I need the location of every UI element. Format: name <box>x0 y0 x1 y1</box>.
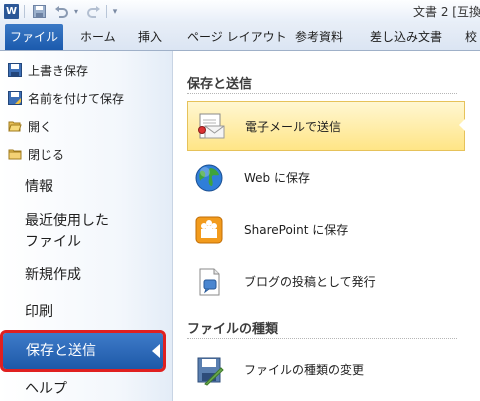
tab-insert[interactable]: 挿入 <box>138 28 162 45</box>
tab-page-layout[interactable]: ページ レイアウト <box>187 28 287 45</box>
save-as-command-label: 名前を付けて保存 <box>28 91 125 106</box>
nav-recent-line1: 最近使用した <box>25 213 109 229</box>
save-icon[interactable] <box>31 3 47 20</box>
open-command[interactable]: 開く <box>8 116 52 136</box>
tab-review[interactable]: 校 <box>465 28 477 45</box>
option-send-email[interactable]: 電子メールで送信 <box>187 101 465 151</box>
close-command[interactable]: 閉じる <box>8 144 64 164</box>
undo-dropdown-icon[interactable]: ▾ <box>72 3 80 20</box>
tab-mailings[interactable]: 差し込み文書 <box>370 28 442 45</box>
blog-icon <box>193 266 225 298</box>
redo-icon[interactable] <box>86 3 102 20</box>
title-bar: W ▾ ▾ 文書 2 [互換 <box>0 0 480 23</box>
selection-pointer <box>459 119 465 131</box>
email-icon <box>194 111 226 143</box>
tab-file[interactable]: ファイル <box>5 24 63 50</box>
nav-new[interactable]: 新規作成 <box>25 264 81 286</box>
nav-help[interactable]: ヘルプ <box>25 378 67 400</box>
section-divider <box>187 93 457 95</box>
option-send-email-label: 電子メールで送信 <box>245 120 342 134</box>
globe-icon <box>193 162 225 194</box>
save-command[interactable]: 上書き保存 <box>8 60 88 80</box>
tab-references[interactable]: 参考資料 <box>295 28 343 45</box>
option-publish-blog-label: ブログの投稿として発行 <box>244 275 376 289</box>
close-command-label: 閉じる <box>28 147 65 162</box>
option-change-file-type[interactable]: ファイルの種類の変更 <box>187 345 465 395</box>
nav-print[interactable]: 印刷 <box>25 301 53 323</box>
undo-icon[interactable] <box>52 3 70 20</box>
nav-save-and-send-label: 保存と送信 <box>26 343 96 359</box>
open-folder-icon <box>8 119 22 133</box>
option-change-file-type-label: ファイルの種類の変更 <box>244 363 365 377</box>
section-title-save-send: 保存と送信 <box>187 77 253 92</box>
option-save-to-web-label: Web に保存 <box>244 171 310 185</box>
tab-home[interactable]: ホーム <box>80 28 116 45</box>
document-title: 文書 2 [互換 <box>413 5 480 19</box>
nav-info[interactable]: 情報 <box>25 176 53 198</box>
qat-separator <box>24 5 25 18</box>
option-publish-blog[interactable]: ブログの投稿として発行 <box>187 257 465 307</box>
option-save-to-sharepoint[interactable]: SharePoint に保存 <box>187 205 465 255</box>
open-command-label: 開く <box>28 119 53 134</box>
save-icon <box>8 63 22 77</box>
save-command-label: 上書き保存 <box>28 63 89 78</box>
qat-separator <box>106 5 107 18</box>
section-divider <box>187 338 457 340</box>
selected-arrow-icon <box>152 344 160 358</box>
nav-recent-line2: ファイル <box>25 234 81 250</box>
change-file-type-icon <box>193 354 225 386</box>
save-as-icon <box>8 91 22 105</box>
customize-qat-icon[interactable]: ▾ <box>110 3 120 20</box>
nav-save-and-send[interactable]: 保存と送信 <box>0 330 166 372</box>
word-app-icon[interactable]: W <box>4 4 19 19</box>
option-save-to-sharepoint-label: SharePoint に保存 <box>244 223 349 237</box>
option-save-to-web[interactable]: Web に保存 <box>187 153 465 203</box>
save-as-command[interactable]: 名前を付けて保存 <box>8 88 124 108</box>
close-folder-icon <box>8 147 22 161</box>
section-title-file-types: ファイルの種類 <box>187 322 279 337</box>
sharepoint-icon <box>193 214 225 246</box>
